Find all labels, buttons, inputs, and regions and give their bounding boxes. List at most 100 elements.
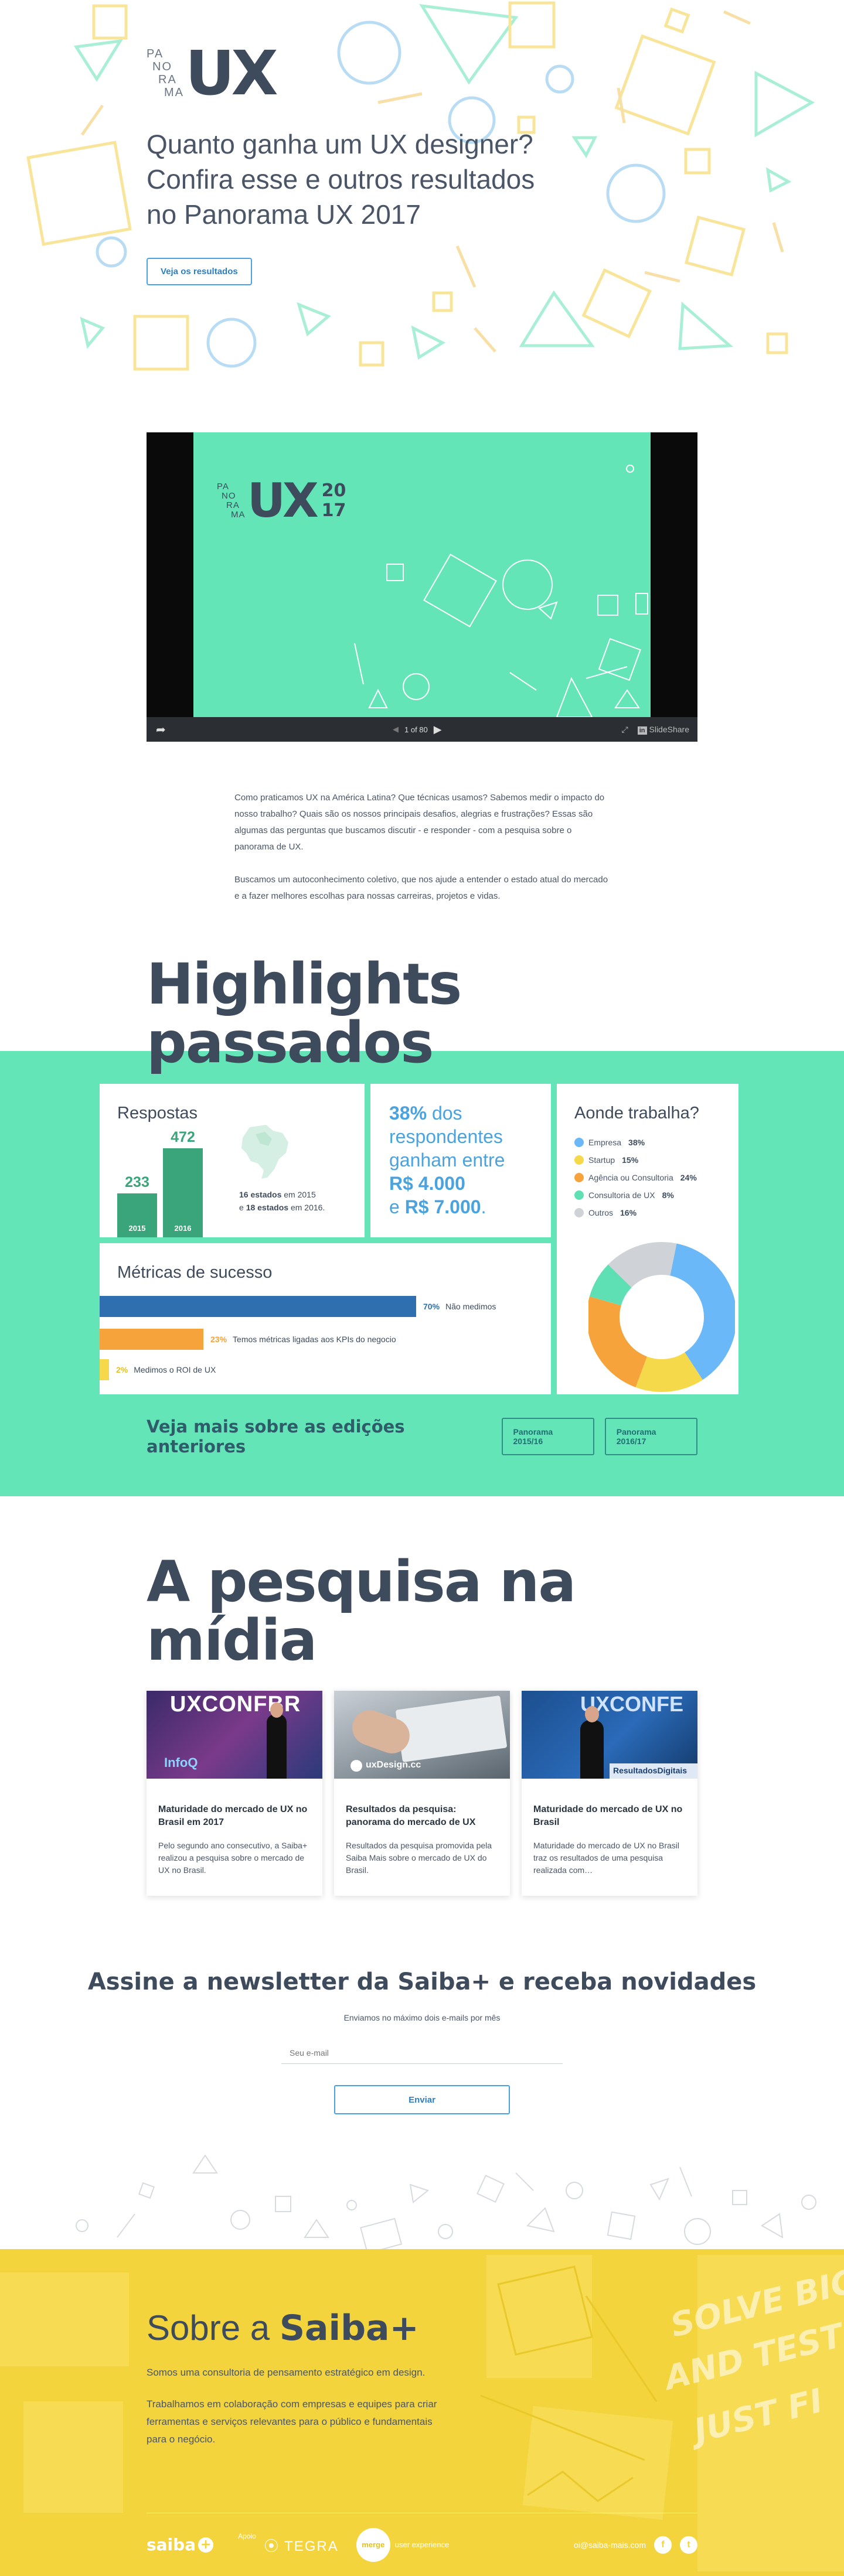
media-title: A pesquisa na mídia: [147, 1549, 576, 1673]
tegra-text: TEGRA: [284, 2539, 339, 2554]
plus-icon: +: [198, 2537, 214, 2553]
submit-button[interactable]: Enviar: [334, 2085, 510, 2114]
panorama-2015-16-button[interactable]: Panorama 2015/16: [501, 1418, 594, 1455]
merge-logo[interactable]: merge user experience: [356, 2527, 450, 2562]
media-card[interactable]: uxDesign.cc Resultados da pesquisa: pano…: [334, 1691, 510, 1896]
uxdesign-logo-icon: [350, 1760, 362, 1772]
hero-title: Quanto ganha um UX designer? Confira ess…: [147, 129, 535, 230]
legend-value: 24%: [680, 1173, 697, 1182]
metric-percent: 2%: [116, 1365, 128, 1374]
metric-percent: 23%: [210, 1335, 227, 1344]
about-paragraph: Trabalhamos em colaboração com empresas …: [147, 2398, 437, 2445]
metric-bar: [100, 1296, 416, 1317]
about-paragraph: Somos uma consultoria de pensamento estr…: [147, 2367, 426, 2378]
tegra-icon: ⦿: [264, 2539, 285, 2554]
metric-text: Medimos o ROI de UX: [134, 1365, 216, 1374]
responses-bar: 2016: [163, 1148, 203, 1237]
slideshare-icon: in: [637, 726, 647, 735]
newsletter-section: Assine a newsletter da Saiba+ e receba n…: [0, 1968, 844, 2114]
about-section: SOLVE BIG PROB AND TEST NEW JUST FI Sobr…: [0, 2249, 844, 2576]
view-results-button[interactable]: Veja os resultados: [147, 258, 252, 285]
states-note: 16 estados em 2015 e 18 estados em 2016.: [239, 1188, 325, 1214]
intro-paragraph: Como praticamos UX na América Latina? Qu…: [234, 793, 605, 852]
metric-row: 2% Medimos o ROI de UX: [100, 1359, 216, 1380]
hero-section: PA NO RA MA UX Quanto ganha um UX design…: [0, 0, 844, 387]
workplace-legend-item: Empresa 38%: [574, 1134, 721, 1151]
contact-email-link[interactable]: oi@saiba-mais.com: [574, 2540, 646, 2550]
share-icon[interactable]: ➦: [156, 722, 166, 737]
newsletter-subtitle: Enviamos no máximo dois e-mails por mês: [343, 2013, 501, 2022]
responses-bar-column: 233 2015: [117, 1174, 157, 1237]
states-line-1: 16 estados em 2015: [239, 1188, 325, 1201]
metric-percent: 70%: [423, 1302, 440, 1311]
doodle-strip: [0, 2149, 844, 2254]
media-card[interactable]: UXCONFBR InfoQ Maturidade do mercado de …: [147, 1691, 322, 1896]
responses-bar-year: 2016: [174, 1224, 192, 1233]
logo-panorama-text: PA NO RA MA: [147, 47, 188, 99]
intro-text: Como praticamos UX na América Latina? Qu…: [234, 790, 610, 905]
states-and: e: [239, 1203, 246, 1212]
responses-bar-year: 2015: [128, 1224, 146, 1233]
logo-syllable: PA: [147, 47, 164, 60]
responses-title: Respostas: [117, 1104, 198, 1122]
metrics-card: Métricas de sucesso 70% Não medimos 23% Tem…: [100, 1243, 551, 1394]
image-caption-bottom: InfoQ: [164, 1755, 198, 1770]
metric-row: 23% Temos métricas ligadas aos KPIs do ne…: [100, 1329, 396, 1350]
legend-dot-icon: [574, 1155, 584, 1165]
salary-card: 38% dos respondentes ganham entre R$ 4.0…: [370, 1084, 551, 1237]
previous-icon[interactable]: ◀: [393, 725, 399, 734]
media-card[interactable]: UXCONFE ResultadosDigitais Maturidade do…: [522, 1691, 697, 1896]
footer-contact: oi@saiba-mais.com f t: [574, 2536, 697, 2554]
slideshare-logo[interactable]: in SlideShare: [637, 725, 689, 735]
legend-value: 38%: [628, 1138, 645, 1147]
highlights-section: Respostas 233 2015 472 2016 16 estados e…: [0, 1051, 844, 1496]
media-card-body: Resultados da pesquisa: panorama do merc…: [334, 1779, 510, 1876]
merge-subtitle: user experience: [394, 2540, 450, 2549]
hero-content: PA NO RA MA UX Quanto ganha um UX design…: [147, 37, 569, 285]
page-counter: 1 of 80: [404, 725, 428, 734]
support-label: Apoio: [238, 2532, 256, 2540]
media-card-body: Maturidade do mercado de UX no Brasil em…: [147, 1779, 322, 1876]
saiba-logo[interactable]: saiba +: [147, 2535, 214, 2554]
brazil-map-icon: [241, 1125, 288, 1179]
metric-label: 2% Medimos o ROI de UX: [116, 1365, 216, 1374]
facebook-icon[interactable]: f: [654, 2536, 672, 2554]
salary-max: R$ 7.000: [404, 1196, 481, 1217]
salary-and: e: [389, 1196, 405, 1217]
workplace-legend: Empresa 38% Startup 15% Agência ou Consultor…: [574, 1134, 721, 1222]
player-right: ⤢ in SlideShare: [622, 725, 689, 735]
speaker-figure: [267, 1714, 287, 1779]
media-card-title: Resultados da pesquisa: panorama do merc…: [346, 1804, 476, 1827]
about-content: Sobre a Saiba+ Somos uma consultoria de …: [147, 2308, 451, 2448]
email-input[interactable]: [281, 2042, 563, 2064]
workplace-legend-item: Consultoria de UX 8%: [574, 1186, 721, 1204]
media-card-title: Maturidade do mercado de UX no Brasil: [533, 1804, 683, 1827]
slide-preview[interactable]: PA NO RA MA UX 20 17: [193, 432, 651, 717]
about-title-brand: Saiba+: [279, 2308, 419, 2349]
highlights-grid: Respostas 233 2015 472 2016 16 estados e…: [100, 1084, 738, 1394]
player-controls: ➦ ◀ 1 of 80 ▶ ⤢ in SlideShare: [147, 717, 697, 742]
states-year-2015: em 2015: [281, 1190, 316, 1199]
legend-label: Agência ou Consultoria: [588, 1173, 673, 1182]
legend-value: 16%: [620, 1208, 637, 1217]
legend-dot-icon: [574, 1208, 584, 1217]
logo-syllable: NO: [152, 60, 172, 73]
next-icon[interactable]: ▶: [434, 724, 442, 736]
legend-value: 8%: [662, 1190, 674, 1200]
media-card-text: Pelo segundo ano consecutivo, a Saiba+ r…: [158, 1841, 308, 1875]
media-card-title: Maturidade do mercado de UX no Brasil em…: [158, 1804, 308, 1827]
panorama-2016-17-button[interactable]: Panorama 2016/17: [604, 1418, 697, 1455]
slideshare-embed[interactable]: PA NO RA MA UX 20 17 ➦ ◀ 1 of 80 ▶ ⤢ in …: [147, 432, 697, 742]
media-card-image: UXCONFBR InfoQ: [147, 1691, 322, 1779]
logo-ux-text: UX: [185, 37, 278, 109]
salary-period: .: [481, 1196, 486, 1217]
responses-bar-value: 233: [125, 1174, 149, 1190]
legend-label: Consultoria de UX: [588, 1190, 655, 1200]
fullscreen-icon[interactable]: ⤢: [622, 725, 628, 735]
newsletter-title: Assine a newsletter da Saiba+ e receba n…: [87, 1968, 757, 1995]
media-card-image: UXCONFE ResultadosDigitais: [522, 1691, 697, 1779]
about-title: Sobre a Saiba+: [147, 2308, 451, 2349]
tegra-logo[interactable]: ⦿ TEGRA: [264, 2534, 339, 2555]
responses-bar-value: 472: [171, 1129, 195, 1145]
twitter-icon[interactable]: t: [680, 2536, 697, 2554]
